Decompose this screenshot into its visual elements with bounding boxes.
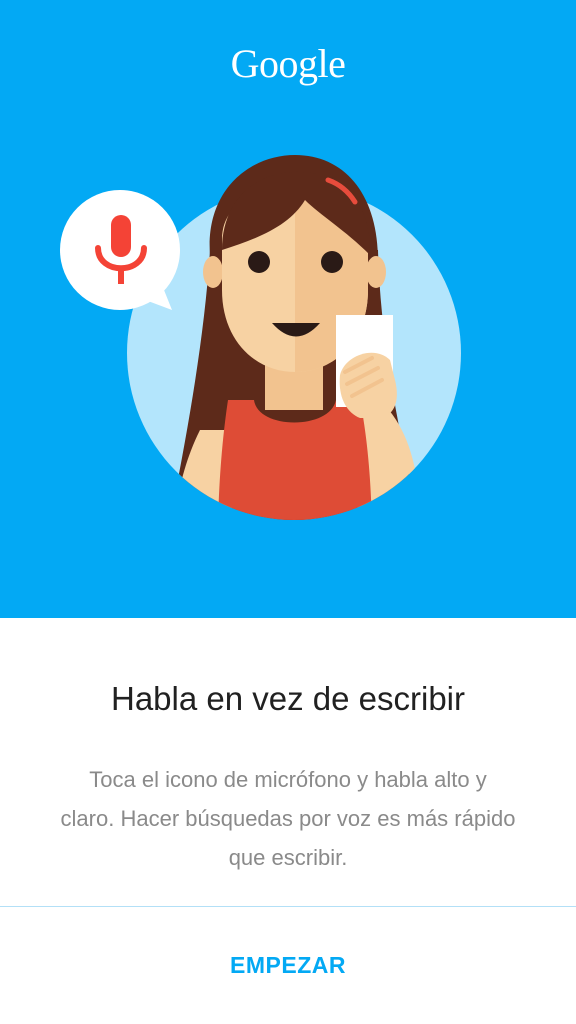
ear-right bbox=[366, 256, 386, 288]
onboarding-content: Habla en vez de escribir Toca el icono d… bbox=[0, 618, 576, 908]
voice-search-illustration bbox=[60, 155, 461, 520]
eye-left bbox=[248, 251, 270, 273]
start-button[interactable]: EMPEZAR bbox=[188, 937, 388, 993]
eye-right bbox=[321, 251, 343, 273]
google-logo: Google bbox=[230, 41, 346, 86]
hero-banner: Google bbox=[0, 0, 576, 618]
footer: EMPEZAR bbox=[0, 907, 576, 1024]
onboarding-description: Toca el icono de micrófono y habla alto … bbox=[60, 767, 516, 870]
ear-left bbox=[203, 256, 223, 288]
onboarding-title: Habla en vez de escribir bbox=[110, 680, 465, 717]
